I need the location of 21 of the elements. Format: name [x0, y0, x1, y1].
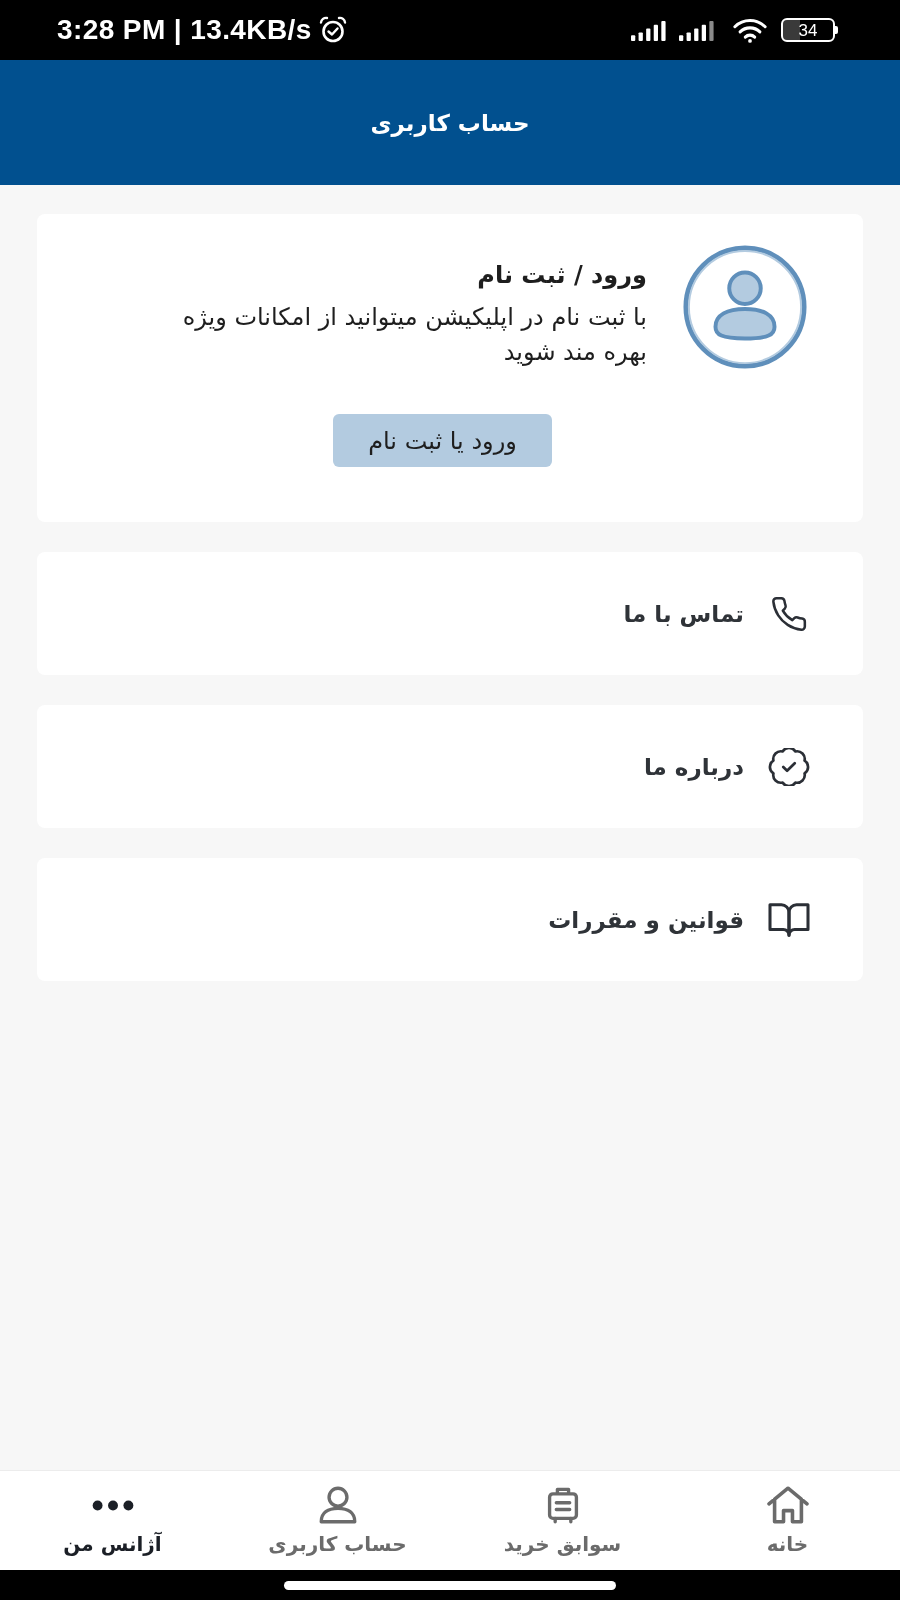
- page-title: حساب کاربری: [370, 109, 530, 136]
- signal-icon: [679, 19, 715, 41]
- menu-item[interactable]: قوانین و مقررات: [37, 858, 863, 981]
- battery-percent: 34: [798, 21, 818, 39]
- alarm-clock-icon: [318, 16, 347, 44]
- nav-tab[interactable]: آژانس من: [0, 1471, 225, 1570]
- wifi-icon: [733, 17, 767, 43]
- badge-check-icon: [768, 747, 810, 786]
- status-time: 3:28 PM | 13.4KB/s: [57, 14, 312, 46]
- nav-tab[interactable]: حساب کاربری: [225, 1471, 450, 1570]
- nav-tab[interactable]: سوابق خرید: [450, 1471, 675, 1570]
- avatar-icon: [682, 244, 808, 370]
- menu-item[interactable]: تماس با ما: [37, 552, 863, 675]
- home-icon: [764, 1485, 811, 1524]
- nav-tab[interactable]: خانه: [675, 1471, 900, 1570]
- menu-item[interactable]: درباره ما: [37, 705, 863, 828]
- signal-icon: [631, 19, 667, 41]
- open-book-icon: [768, 900, 810, 939]
- login-button[interactable]: ورود یا ثبت نام: [333, 414, 552, 467]
- login-description: با ثبت نام در اپلیکیشن میتوانید از امکانات ویژه بهره مند شوید: [181, 302, 647, 368]
- login-title: ورود / ثبت نام: [476, 260, 647, 291]
